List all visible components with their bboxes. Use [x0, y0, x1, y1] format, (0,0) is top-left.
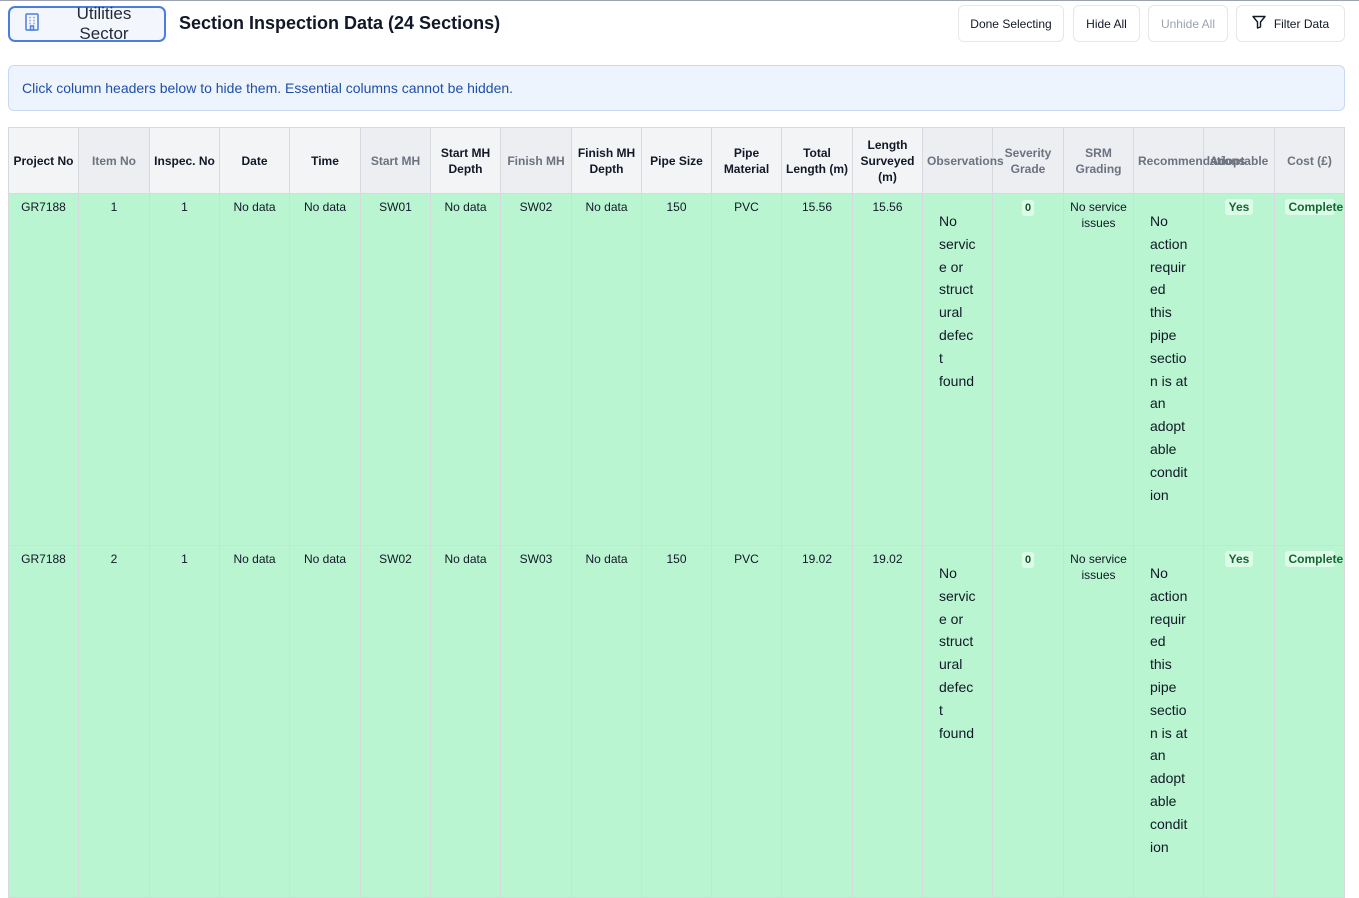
cell-finish-mh-depth: No data: [571, 193, 642, 546]
adoptable-badge: Yes: [1224, 199, 1254, 215]
column-header-observations[interactable]: Observations: [922, 127, 1004, 194]
sector-label: Utilities Sector: [76, 4, 132, 43]
top-bar: Utilities Sector Section Inspection Data…: [0, 1, 1359, 47]
column-header-time[interactable]: Time: [289, 127, 361, 194]
info-banner-text: Click column headers below to hide them.…: [22, 80, 514, 96]
column-header-pipe-material[interactable]: Pipe Material: [711, 127, 782, 194]
cell-item-no: 2: [78, 545, 150, 898]
cell-srm-grading: No service issues: [1063, 193, 1134, 546]
column-header-start-mh-depth[interactable]: Start MH Depth: [430, 127, 501, 194]
cell-inspec-no: 1: [149, 545, 220, 898]
column-header-pipe-size[interactable]: Pipe Size: [641, 127, 712, 194]
cell-length-surveyed: 15.56: [852, 193, 923, 546]
cell-recommendations: No action required this pipe section is …: [1133, 193, 1204, 546]
cell-finish-mh: SW03: [500, 545, 572, 898]
observations-text: No service or structural defect found: [939, 565, 976, 741]
cell-cost: Complete: [1274, 545, 1345, 898]
cell-total-length: 19.02: [781, 545, 853, 898]
utilities-sector-button[interactable]: Utilities Sector: [8, 4, 166, 43]
table-row: GR7188 1 1 No data No data SW01 No data …: [8, 193, 1345, 546]
cell-date: No data: [219, 545, 290, 898]
cell-start-mh: SW02: [360, 545, 431, 898]
cell-length-surveyed: 19.02: [852, 545, 923, 898]
cell-pipe-material: PVC: [711, 193, 782, 546]
cell-finish-mh: SW02: [500, 193, 572, 546]
column-header-item-no[interactable]: Item No: [78, 127, 150, 194]
inspection-table: Project No Item No Inspec. No Date Time …: [8, 127, 1345, 898]
inspection-table-wrapper: Project No Item No Inspec. No Date Time …: [8, 127, 1345, 898]
cell-total-length: 15.56: [781, 193, 853, 546]
cell-start-mh-depth: No data: [430, 193, 501, 546]
building-icon: [24, 12, 40, 36]
cell-recommendations: No action required this pipe section is …: [1133, 545, 1204, 898]
column-header-start-mh[interactable]: Start MH: [360, 127, 431, 194]
recommendations-text: No action required this pipe section is …: [1150, 565, 1188, 855]
info-banner: Click column headers below to hide them.…: [8, 65, 1345, 111]
column-header-cost[interactable]: Cost (£): [1274, 127, 1345, 194]
severity-grade-badge: 0: [1021, 200, 1035, 216]
cost-status-badge: Complete: [1284, 199, 1343, 215]
cell-pipe-size: 150: [641, 193, 712, 546]
column-header-date[interactable]: Date: [219, 127, 290, 194]
cell-adoptable: Yes: [1203, 545, 1275, 898]
filter-data-label: Filter Data: [1273, 16, 1330, 31]
cell-inspec-no: 1: [149, 193, 220, 546]
cell-pipe-size: 150: [641, 545, 712, 898]
cell-project-no: GR7188: [8, 545, 79, 898]
cell-observations: No service or structural defect found: [922, 193, 993, 546]
column-header-srm-grading[interactable]: SRM Grading: [1063, 127, 1134, 194]
cell-pipe-material: PVC: [711, 545, 782, 898]
cell-severity-grade: 0: [992, 193, 1064, 546]
recommendations-text: No action required this pipe section is …: [1150, 213, 1188, 503]
cell-start-mh-depth: No data: [430, 545, 501, 898]
severity-grade-badge: 0: [1021, 552, 1035, 568]
column-header-finish-mh[interactable]: Finish MH: [500, 127, 572, 194]
cell-date: No data: [219, 193, 290, 546]
column-header-recommendations[interactable]: Recommendations: [1133, 127, 1245, 194]
cell-severity-grade: 0: [992, 545, 1064, 898]
unhide-all-button[interactable]: Unhide All: [1148, 5, 1228, 42]
cost-status-badge: Complete: [1284, 551, 1343, 567]
column-header-adoptable[interactable]: Adoptable: [1203, 127, 1275, 194]
adoptable-badge: Yes: [1224, 551, 1254, 567]
page-title: Section Inspection Data (24 Sections): [179, 13, 501, 33]
cell-adoptable: Yes: [1203, 193, 1275, 546]
cell-time: No data: [289, 193, 361, 546]
table-row: GR7188 2 1 No data No data SW02 No data …: [8, 545, 1345, 898]
column-header-project-no[interactable]: Project No: [8, 127, 79, 194]
column-header-inspec-no[interactable]: Inspec. No: [149, 127, 220, 194]
column-header-length-surveyed[interactable]: Length Surveyed (m): [852, 127, 923, 194]
cell-start-mh: SW01: [360, 193, 431, 546]
hide-all-button[interactable]: Hide All: [1073, 5, 1140, 42]
done-selecting-button[interactable]: Done Selecting: [958, 5, 1064, 42]
column-header-total-length[interactable]: Total Length (m): [781, 127, 853, 194]
cell-item-no: 1: [78, 193, 150, 546]
filter-icon: [1252, 15, 1266, 32]
filter-data-button[interactable]: Filter Data: [1236, 5, 1345, 42]
cell-srm-grading: No service issues: [1063, 545, 1134, 898]
cell-cost: Complete: [1274, 193, 1345, 546]
cell-project-no: GR7188: [8, 193, 79, 546]
table-header-row: Project No Item No Inspec. No Date Time …: [8, 127, 1345, 194]
column-header-finish-mh-depth[interactable]: Finish MH Depth: [571, 127, 642, 194]
observations-text: No service or structural defect found: [939, 213, 976, 389]
cell-observations: No service or structural defect found: [922, 545, 993, 898]
cell-time: No data: [289, 545, 361, 898]
cell-finish-mh-depth: No data: [571, 545, 642, 898]
